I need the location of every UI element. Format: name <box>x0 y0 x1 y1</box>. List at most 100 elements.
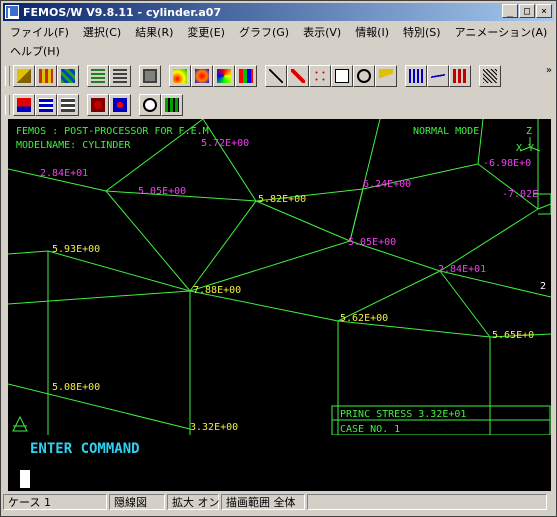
value-label: 2.84E+01 <box>40 168 88 179</box>
menu-item-5[interactable]: 表示(V) <box>296 24 348 40</box>
mesh-view: FEMOS : POST-PROCESSOR FOR F.E.M MODELNA… <box>8 119 551 435</box>
toolbar-secondary <box>5 94 183 116</box>
stack-icon <box>39 98 53 112</box>
circle-icon <box>357 69 371 83</box>
contour2-icon <box>195 69 209 83</box>
fit-button[interactable] <box>161 94 183 116</box>
open-icon <box>17 69 31 83</box>
value-label: 5.82E+00 <box>258 194 306 205</box>
status-cell: 描画範囲 全体 <box>221 494 305 510</box>
move-button[interactable] <box>109 94 131 116</box>
graph2-button[interactable] <box>427 65 449 87</box>
grid-icon <box>39 69 53 83</box>
value-label: 6.24E+00 <box>363 179 411 190</box>
layers-button[interactable] <box>87 65 109 87</box>
contour4-icon <box>239 69 253 83</box>
contour4-button[interactable] <box>235 65 257 87</box>
grid-button[interactable] <box>35 65 57 87</box>
app-icon[interactable] <box>5 5 19 19</box>
mesh-icon <box>61 69 75 83</box>
scatter-button[interactable] <box>309 65 331 87</box>
stack-down-button[interactable] <box>57 94 79 116</box>
scatter-icon <box>313 69 327 83</box>
layers2-button[interactable] <box>109 65 131 87</box>
gear-button[interactable] <box>87 94 109 116</box>
status-cell <box>307 494 547 510</box>
menu-item-1[interactable]: 選択(C) <box>76 24 128 40</box>
menu-item-7[interactable]: 特別(S) <box>396 24 448 40</box>
menu-item-0[interactable]: ファイル(F) <box>3 24 76 40</box>
render-viewport[interactable]: FEMOS : POST-PROCESSOR FOR F.E.M MODELNA… <box>8 119 551 435</box>
close-button[interactable]: × <box>536 4 552 18</box>
title-bar[interactable]: FEMOS/W V9.8.11 - cylinder.a07 _ □ × <box>3 3 554 21</box>
header-modelname: MODELNAME: CYLINDER <box>16 140 131 151</box>
print-icon <box>143 69 157 83</box>
contour1-button[interactable] <box>169 65 191 87</box>
deform-button[interactable] <box>375 65 397 87</box>
vector-icon <box>269 69 283 83</box>
l33-button[interactable] <box>331 65 353 87</box>
maximize-button[interactable]: □ <box>519 4 535 18</box>
status-bar: ケース 1 隠線図 拡大 オン 描画範囲 全体 <box>3 493 554 513</box>
contour2-button[interactable] <box>191 65 213 87</box>
stack-button[interactable] <box>35 94 57 116</box>
toolbar-more-button[interactable]: » <box>546 65 552 76</box>
main-window: FEMOS/W V9.8.11 - cylinder.a07 _ □ × ファイ… <box>0 0 557 517</box>
graph1-icon <box>409 69 423 83</box>
spring-button[interactable] <box>479 65 501 87</box>
arrow-button[interactable] <box>287 65 309 87</box>
value-label: 5.93E+00 <box>52 244 100 255</box>
menu-item-8[interactable]: アニメーション(A) <box>448 24 555 40</box>
down-button[interactable] <box>13 94 35 116</box>
command-area[interactable]: ENTER COMMAND <box>8 435 551 491</box>
value-label: 2 <box>540 281 546 292</box>
value-label: -6.98E+0 <box>483 158 531 169</box>
mesh-button[interactable] <box>57 65 79 87</box>
graph2-icon <box>431 69 445 83</box>
open-button[interactable] <box>13 65 35 87</box>
info-case-no: CASE NO. 1 <box>340 424 400 435</box>
toolbar-grip[interactable] <box>5 95 10 115</box>
info-princ-stress: PRINC STRESS 3.32E+01 <box>340 409 466 420</box>
value-label: 2.84E+01 <box>438 264 486 275</box>
menu-item-2[interactable]: 結果(R) <box>128 24 180 40</box>
spring-icon <box>483 69 497 83</box>
fit-icon <box>165 98 179 112</box>
command-prompt: ENTER COMMAND <box>30 441 140 457</box>
menu-item-4[interactable]: グラフ(G) <box>232 24 296 40</box>
toolbar-grip[interactable] <box>5 66 10 86</box>
contour1-icon <box>173 69 187 83</box>
stack-down-icon <box>61 98 75 112</box>
status-cell: 拡大 オン <box>167 494 220 510</box>
value-label: 5.62E+00 <box>340 313 388 324</box>
window-title: FEMOS/W V9.8.11 - cylinder.a07 <box>23 5 222 19</box>
print-button[interactable] <box>139 65 161 87</box>
deform-icon <box>379 69 393 83</box>
minimize-button[interactable]: _ <box>502 4 518 18</box>
value-label: 3.32E+00 <box>190 422 238 433</box>
circle-button[interactable] <box>353 65 375 87</box>
value-label: 5.05E+00 <box>138 186 186 197</box>
contour3-button[interactable] <box>213 65 235 87</box>
toolbar-main <box>5 65 501 87</box>
zoom-button[interactable] <box>139 94 161 116</box>
gear-icon <box>91 98 105 112</box>
layers2-icon <box>113 69 127 83</box>
menu-item-3[interactable]: 変更(E) <box>180 24 232 40</box>
graph3-icon <box>453 69 467 83</box>
layers-icon <box>91 69 105 83</box>
header-mode: NORMAL MODE <box>413 126 479 137</box>
status-cell: 隠線図 <box>109 494 165 510</box>
graph3-button[interactable] <box>449 65 471 87</box>
contour3-icon <box>217 69 231 83</box>
menu-item-help[interactable]: ヘルプ(H) <box>3 43 67 59</box>
arrow-icon <box>291 69 305 83</box>
header-title: FEMOS : POST-PROCESSOR FOR F.E.M <box>16 126 209 137</box>
l33-icon <box>335 69 349 83</box>
origin-marker-icon <box>12 415 28 432</box>
axis-z-label: Z <box>526 126 532 137</box>
graph1-button[interactable] <box>405 65 427 87</box>
vector-button[interactable] <box>265 65 287 87</box>
menu-item-6[interactable]: 情報(I) <box>348 24 396 40</box>
down-icon <box>17 98 31 112</box>
